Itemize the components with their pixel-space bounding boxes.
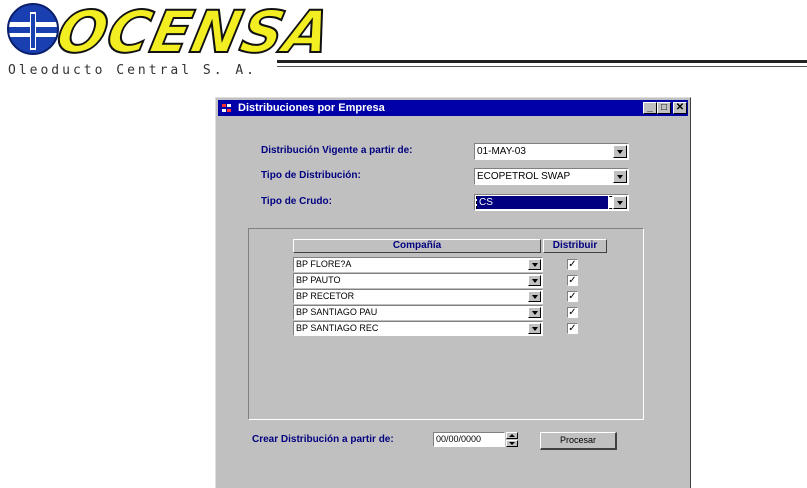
tipo-distribucion-label: Tipo de Distribución: xyxy=(261,170,361,181)
chevron-down-icon[interactable] xyxy=(528,259,541,270)
distribution-window: Distribuciones por Empresa _ □ ✕ Distrib… xyxy=(215,97,691,488)
company-column-header: Compañía xyxy=(293,239,541,253)
globe-logo-icon xyxy=(6,3,60,55)
vigente-value: 01-MAY-03 xyxy=(477,146,526,157)
company-value: BP SANTIAGO PAU xyxy=(296,307,378,317)
company-combo[interactable]: BP PAUTO xyxy=(293,273,543,288)
vigente-label: Distribución Vigente a partir de: xyxy=(261,145,413,156)
distribute-checkbox[interactable]: ✓ xyxy=(567,275,578,286)
distribute-checkbox[interactable]: ✓ xyxy=(567,291,578,302)
tipo-crudo-label: Tipo de Crudo: xyxy=(261,196,332,207)
chevron-down-icon[interactable] xyxy=(528,275,541,286)
window-title: Distribuciones por Empresa xyxy=(238,102,385,114)
crear-label: Crear Distribución a partir de: xyxy=(252,434,394,445)
company-value: BP FLORE?A xyxy=(296,259,352,269)
tipo-crudo-combo[interactable]: CS xyxy=(474,194,629,211)
chevron-down-icon[interactable] xyxy=(528,291,541,302)
chevron-down-icon[interactable] xyxy=(528,323,541,334)
chevron-down-icon[interactable] xyxy=(613,196,627,209)
app-icon[interactable] xyxy=(221,102,233,114)
company-value: BP SANTIAGO REC xyxy=(296,323,379,333)
tipo-crudo-value: CS xyxy=(477,196,608,209)
date-value: 00/00/0000 xyxy=(436,434,482,444)
company-combo[interactable]: BP SANTIAGO PAU xyxy=(293,305,543,320)
brand-subtitle: Oleoducto Central S. A. xyxy=(8,63,258,78)
distribute-column-header: Distribuir xyxy=(543,239,607,253)
header-divider-thin xyxy=(277,66,807,67)
company-value: BP PAUTO xyxy=(296,275,341,285)
process-button[interactable]: Procesar xyxy=(540,432,617,450)
distribute-checkbox[interactable]: ✓ xyxy=(567,259,578,270)
date-input[interactable]: 00/00/0000 xyxy=(433,432,505,447)
spin-down-icon[interactable] xyxy=(506,440,518,447)
header-divider xyxy=(277,60,807,63)
company-combo[interactable]: BP SANTIAGO REC xyxy=(293,321,543,336)
chevron-down-icon[interactable] xyxy=(528,307,541,318)
company-combo[interactable]: BP FLORE?A xyxy=(293,257,543,272)
chevron-down-icon[interactable] xyxy=(613,170,627,183)
distribute-checkbox[interactable]: ✓ xyxy=(567,307,578,318)
brand-name: OCENSA xyxy=(50,0,339,67)
window-titlebar[interactable]: Distribuciones por Empresa _ □ ✕ xyxy=(218,100,688,116)
tipo-distribucion-value: ECOPETROL SWAP xyxy=(477,171,571,182)
spin-up-icon[interactable] xyxy=(506,432,518,439)
company-combo[interactable]: BP RECETOR xyxy=(293,289,543,304)
chevron-down-icon[interactable] xyxy=(613,145,627,158)
company-value: BP RECETOR xyxy=(296,291,355,301)
distribute-checkbox[interactable]: ✓ xyxy=(567,323,578,334)
tipo-distribucion-combo[interactable]: ECOPETROL SWAP xyxy=(474,168,629,185)
date-spinner[interactable] xyxy=(506,432,518,447)
vigente-combo[interactable]: 01-MAY-03 xyxy=(474,143,629,160)
header-logo: OCENSA Oleoducto Central S. A. xyxy=(0,0,807,90)
maximize-button[interactable]: □ xyxy=(657,102,671,114)
minimize-button[interactable]: _ xyxy=(643,102,657,114)
close-button[interactable]: ✕ xyxy=(673,102,687,114)
company-group: Compañía Distribuir BP FLORE?A ✓ BP PAUTO ✓… xyxy=(248,228,644,420)
